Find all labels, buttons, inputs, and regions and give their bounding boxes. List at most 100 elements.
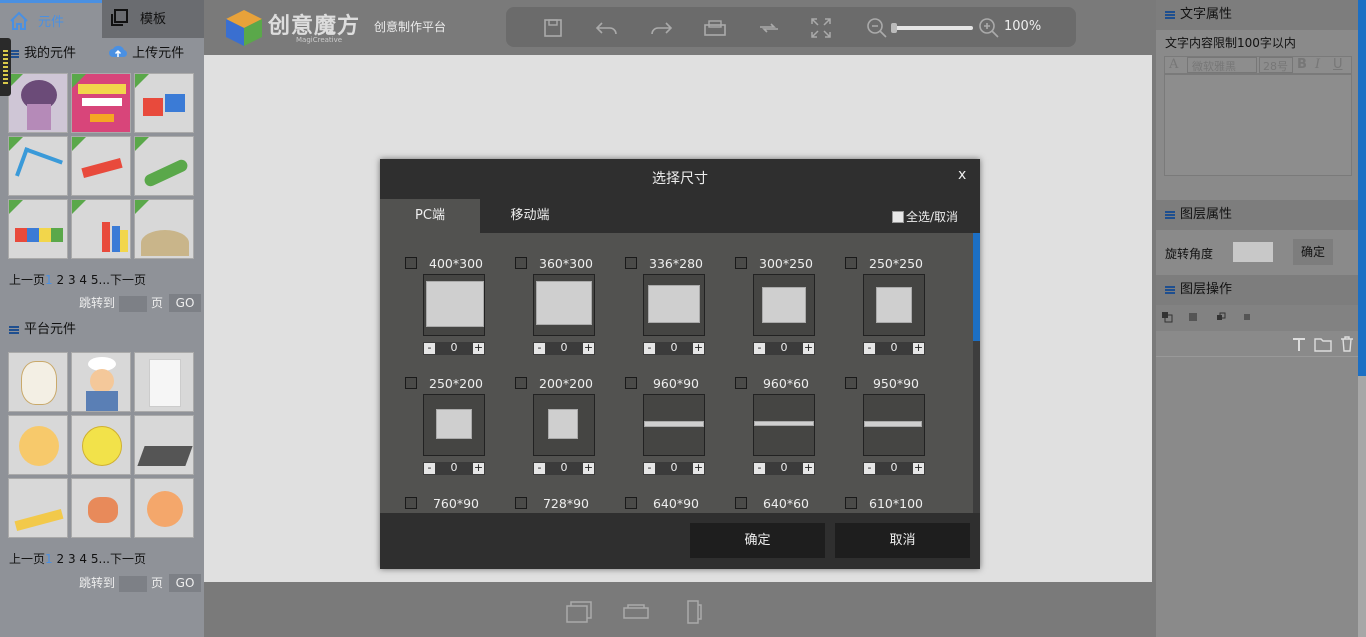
italic-icon[interactable]: I [1315,57,1320,72]
jump-input[interactable] [119,575,148,592]
text-content-input[interactable] [1164,74,1352,176]
confirm-button[interactable]: 确定 [690,523,825,558]
increment-button[interactable]: + [473,462,484,474]
zoom-in-icon[interactable] [976,15,1002,41]
tab-templates[interactable]: 模板 [102,0,204,38]
increment-button[interactable]: + [913,462,924,474]
layers-stack-icon[interactable] [564,598,594,626]
bold-icon[interactable]: B [1297,57,1307,72]
increment-button[interactable]: + [913,342,924,354]
undo-icon[interactable] [594,15,620,41]
zoom-slider-handle[interactable] [891,23,897,33]
size-checkbox[interactable] [845,257,857,269]
zoom-out-icon[interactable] [864,15,890,41]
pager-next[interactable]: 下一页 [110,273,146,287]
folder-icon[interactable] [1314,336,1332,352]
element-thumb[interactable] [8,415,68,475]
pager-page[interactable]: 5 [91,552,99,566]
landscape-icon[interactable] [622,598,650,626]
quantity-value[interactable]: 0 [764,341,804,354]
size-checkbox[interactable] [625,257,637,269]
pager-current[interactable]: 1 [45,552,53,566]
size-checkbox[interactable] [735,257,747,269]
layer-top-icon[interactable] [1161,311,1173,323]
upload-button[interactable]: 上传元件 [108,40,184,68]
element-thumb[interactable] [134,136,194,196]
quantity-value[interactable]: 0 [544,341,584,354]
font-color-icon[interactable]: A [1169,57,1178,72]
quantity-value[interactable]: 0 [434,341,474,354]
pager-prev[interactable]: 上一页 [9,552,45,566]
text-tool-icon[interactable] [1291,336,1307,352]
element-thumb[interactable] [8,478,68,538]
quantity-value[interactable]: 0 [764,461,804,474]
element-thumb[interactable] [8,73,68,133]
pager-page[interactable]: 3 [68,552,76,566]
pager-page[interactable]: 5 [91,273,99,287]
increment-button[interactable]: + [693,462,704,474]
size-checkbox[interactable] [845,377,857,389]
jump-input[interactable] [119,295,148,312]
increment-button[interactable]: + [693,342,704,354]
redo-icon[interactable] [648,15,674,41]
tab-pc[interactable]: PC端 [380,199,480,233]
element-thumb[interactable] [8,136,68,196]
portrait-icon[interactable] [684,598,704,626]
pager-page[interactable]: 2 [56,552,64,566]
element-thumb[interactable] [71,73,131,133]
zoom-slider[interactable] [891,26,973,30]
select-all-toggle[interactable]: 全选/取消 [892,208,958,225]
underline-icon[interactable]: U [1333,57,1343,72]
go-button[interactable]: GO [169,574,202,592]
size-checkbox[interactable] [845,497,857,509]
quantity-value[interactable]: 0 [654,341,694,354]
increment-button[interactable]: + [583,342,594,354]
quantity-value[interactable]: 0 [874,461,914,474]
layer-bottom-icon[interactable] [1241,311,1253,323]
size-checkbox[interactable] [735,377,747,389]
rotate-confirm-button[interactable]: 确定 [1293,239,1333,265]
quantity-value[interactable]: 0 [434,461,474,474]
size-checkbox[interactable] [515,257,527,269]
size-select[interactable]: 28号 [1259,57,1293,73]
size-checkbox[interactable] [625,377,637,389]
swap-icon[interactable] [756,15,782,41]
tab-mobile[interactable]: 移动端 [480,199,580,233]
element-thumb[interactable] [134,199,194,259]
pager-page[interactable]: 4 [79,552,87,566]
pager-next[interactable]: 下一页 [110,552,146,566]
fullscreen-icon[interactable] [808,15,834,41]
increment-button[interactable]: + [583,462,594,474]
increment-button[interactable]: + [803,342,814,354]
rotate-input[interactable] [1233,242,1273,262]
element-thumb[interactable] [8,352,68,412]
font-select[interactable]: 微软雅黑 [1187,57,1257,73]
tab-elements[interactable]: 元件 [0,0,102,38]
size-checkbox[interactable] [405,377,417,389]
quantity-value[interactable]: 0 [874,341,914,354]
pager-prev[interactable]: 上一页 [9,273,45,287]
size-checkbox[interactable] [405,497,417,509]
size-checkbox[interactable] [625,497,637,509]
pager-current[interactable]: 1 [45,273,53,287]
element-thumb[interactable] [134,352,194,412]
element-thumb[interactable] [71,415,131,475]
close-icon[interactable]: x [958,167,966,183]
dialog-scrollbar-thumb[interactable] [973,233,980,341]
size-checkbox[interactable] [515,497,527,509]
layer-down-icon[interactable] [1215,311,1227,323]
align-icon[interactable] [702,15,728,41]
page-scrollbar-thumb[interactable] [1358,0,1366,376]
size-checkbox[interactable] [735,497,747,509]
size-checkbox[interactable] [515,377,527,389]
pager-page[interactable]: 2 [56,273,64,287]
increment-button[interactable]: + [473,342,484,354]
pager-page[interactable]: 3 [68,273,76,287]
quantity-value[interactable]: 0 [544,461,584,474]
element-thumb[interactable] [71,478,131,538]
select-all-checkbox[interactable] [892,211,904,223]
save-icon[interactable] [540,15,566,41]
element-thumb[interactable] [134,73,194,133]
pager-page[interactable]: 4 [79,273,87,287]
side-handle[interactable] [0,38,11,96]
